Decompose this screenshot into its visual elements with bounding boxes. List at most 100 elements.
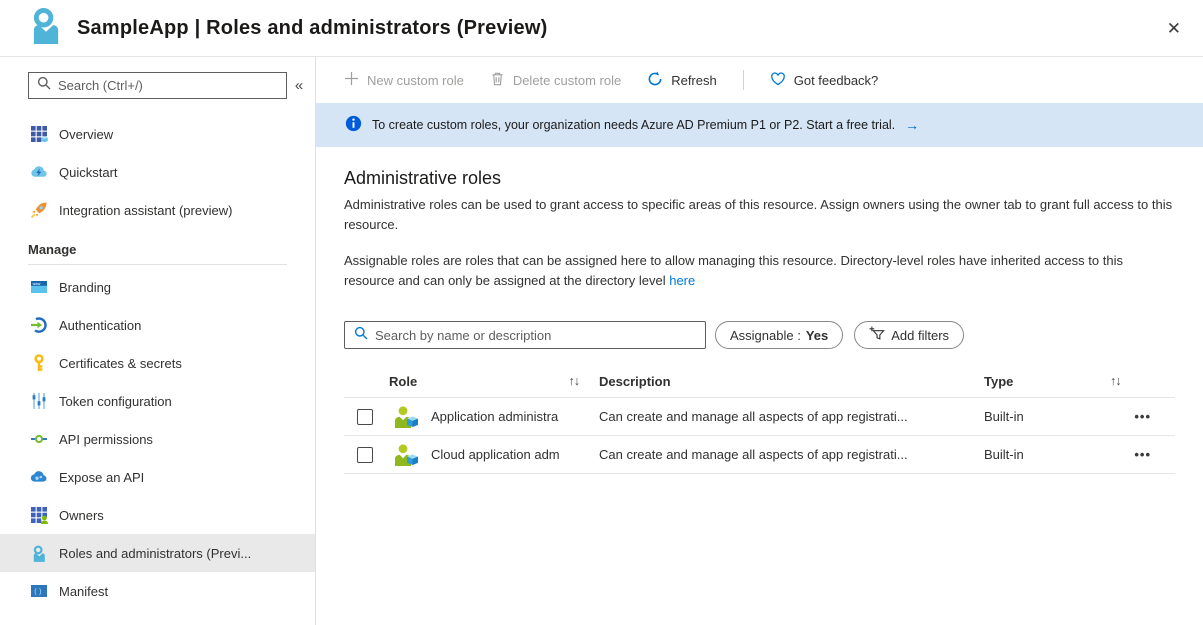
sidebar-divider [28,264,287,265]
sidebar-item-owners[interactable]: Owners [0,496,315,534]
command-bar: New custom role Delete custom role [316,57,1203,103]
sidebar-item-expose-an-api[interactable]: Expose an API [0,458,315,496]
sort-icon[interactable]: ↑↓ [1110,374,1121,388]
filter-row: Assignable : Yes Add filters [344,321,1175,349]
add-filter-icon [869,326,886,344]
role-name: Application administra [431,409,599,424]
search-icon [37,76,51,95]
role-name: Cloud application adm [431,447,599,462]
owners-icon [30,506,48,524]
refresh-label: Refresh [671,73,717,88]
collapse-sidebar-icon[interactable]: « [287,77,311,94]
sort-icon[interactable]: ↑↓ [569,374,580,388]
assignable-filter-label: Assignable : [730,328,801,343]
api-permissions-icon [30,430,48,448]
sidebar-item-certificates-secrets[interactable]: Certificates & secrets [0,344,315,382]
section-heading: Administrative roles [344,168,1175,189]
role-user-icon [384,406,431,428]
azure-app-roles-page: SampleApp | Roles and administrators (Pr… [0,0,1203,625]
description-paragraph-2-text: Assignable roles are roles that can be a… [344,253,1123,288]
roles-searchbox [344,321,706,349]
page-title: SampleApp | Roles and administrators (Pr… [77,17,547,40]
sliders-icon [30,392,48,410]
got-feedback-label: Got feedback? [794,73,879,88]
sidebar-item-branding[interactable]: www Branding [0,268,315,306]
row-checkbox[interactable] [357,447,373,463]
sidebar-item-manifest[interactable]: () Manifest [0,572,315,610]
table-row[interactable]: Application administra Can create and ma… [344,398,1175,436]
sidebar-item-label: Overview [59,127,113,142]
role-type: Built-in [984,409,1096,424]
sidebar-item-label: Branding [59,280,111,295]
more-menu-icon[interactable]: ••• [1096,447,1175,462]
assignable-filter-pill[interactable]: Assignable : Yes [715,321,843,349]
roles-search-input[interactable] [375,328,696,343]
column-header-role[interactable]: Role [389,374,417,389]
sidebar-item-quickstart[interactable]: Quickstart [0,153,315,191]
sidebar-item-label: Roles and administrators (Previ... [59,546,251,561]
sidebar-item-label: Integration assistant (preview) [59,203,232,218]
svg-text:(): () [33,587,43,596]
svg-text:www: www [33,282,41,286]
refresh-button[interactable]: Refresh [647,71,717,90]
sidebar-item-overview[interactable]: Overview [0,115,315,153]
info-icon [345,115,362,135]
sidebar-item-label: Owners [59,508,104,523]
sidebar-item-label: Authentication [59,318,141,333]
sidebar-item-label: Quickstart [59,165,118,180]
table-header-row: Role ↑↓ Description Type ↑↓ [344,365,1175,398]
delete-custom-role-button[interactable]: Delete custom role [490,71,621,89]
search-icon [354,326,368,345]
plus-icon [344,71,359,89]
sidebar-item-api-permissions[interactable]: API permissions [0,420,315,458]
info-banner: To create custom roles, your organizatio… [316,103,1203,147]
new-custom-role-label: New custom role [367,73,464,88]
key-icon [30,354,48,372]
authentication-icon [30,316,48,334]
assignable-filter-value: Yes [806,328,828,343]
got-feedback-button[interactable]: Got feedback? [770,71,879,90]
role-description: Can create and manage all aspects of app… [599,447,984,462]
page-header: SampleApp | Roles and administrators (Pr… [0,0,1203,57]
directory-level-here-link[interactable]: here [669,273,695,288]
sidebar-item-token-configuration[interactable]: Token configuration [0,382,315,420]
quickstart-icon [30,163,48,181]
heart-icon [770,71,786,90]
column-header-description[interactable]: Description [599,374,984,389]
banner-text: To create custom roles, your organizatio… [372,118,895,132]
roles-person-icon [30,544,48,562]
sidebar-searchbox [28,72,287,99]
new-custom-role-button[interactable]: New custom role [344,71,464,89]
sidebar-item-label: Expose an API [59,470,144,485]
row-checkbox[interactable] [357,409,373,425]
rocket-icon [30,201,48,219]
role-type: Built-in [984,447,1096,462]
app-registration-icon [30,7,63,49]
sidebar-item-label: API permissions [59,432,153,447]
close-icon[interactable]: ✕ [1167,20,1181,37]
refresh-icon [647,71,663,90]
add-filters-pill[interactable]: Add filters [854,321,964,349]
description-paragraph-2: Assignable roles are roles that can be a… [344,251,1175,291]
sidebar-item-label: Token configuration [59,394,172,409]
sidebar-item-integration-assistant[interactable]: Integration assistant (preview) [0,191,315,229]
content-area: Administrative roles Administrative role… [316,147,1203,474]
branding-icon: www [30,278,48,296]
sidebar-search-input[interactable] [58,78,278,93]
role-user-icon [384,444,431,466]
sidebar-item-authentication[interactable]: Authentication [0,306,315,344]
banner-arrow-icon[interactable]: → [905,117,919,133]
table-row[interactable]: Cloud application adm Can create and man… [344,436,1175,474]
expose-api-icon [30,468,48,486]
sidebar: « Overv [0,57,316,625]
more-menu-icon[interactable]: ••• [1096,409,1175,424]
sidebar-item-label: Manifest [59,584,108,599]
sidebar-section-manage: Manage [0,229,315,264]
sidebar-item-roles-and-administrators[interactable]: Roles and administrators (Previ... [0,534,315,572]
column-header-type[interactable]: Type [984,374,1094,389]
manifest-icon: () [30,582,48,600]
main-panel: New custom role Delete custom role [316,57,1203,625]
delete-custom-role-label: Delete custom role [513,73,621,88]
trash-icon [490,71,505,89]
overview-icon [30,125,48,143]
